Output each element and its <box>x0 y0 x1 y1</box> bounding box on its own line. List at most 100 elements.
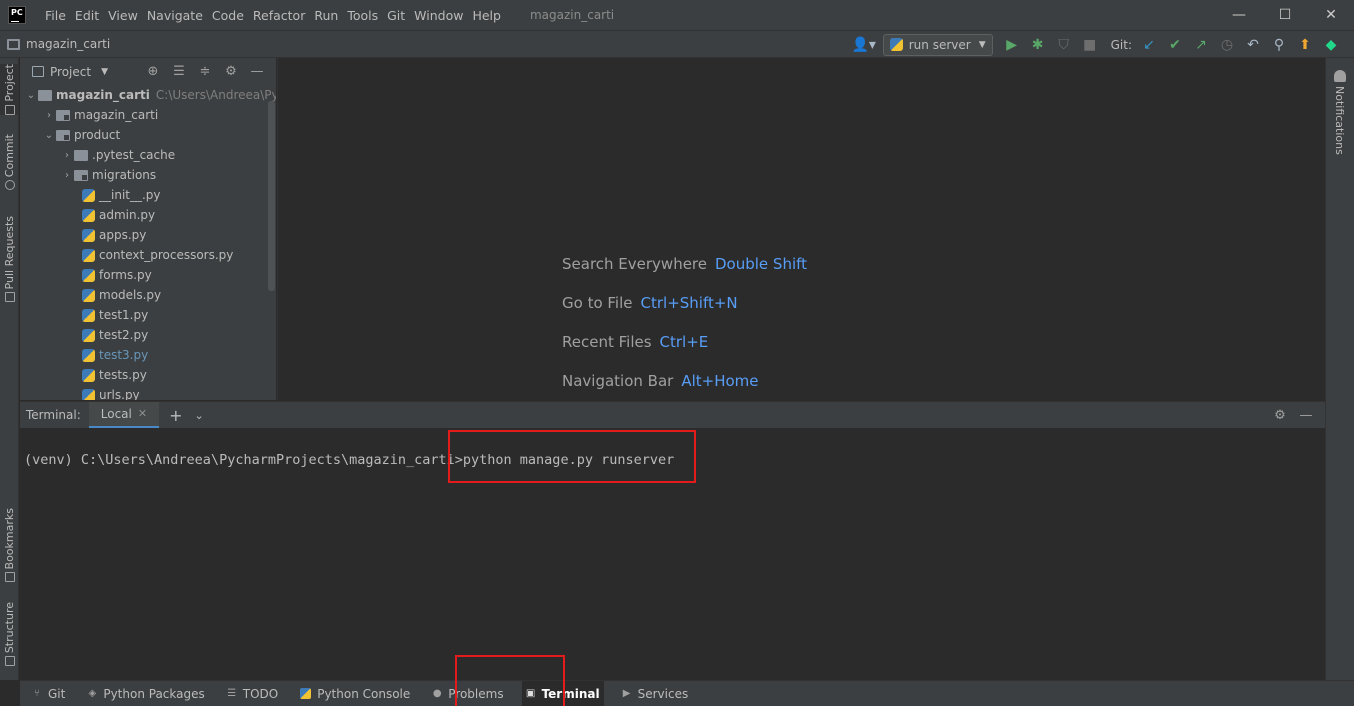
tool-tab-commit[interactable]: Commit <box>0 134 19 191</box>
hide-icon[interactable]: — <box>244 61 270 83</box>
tool-tab-bookmarks[interactable]: Bookmarks <box>0 508 19 583</box>
tool-tab-notifications[interactable]: Notifications <box>1333 86 1346 155</box>
tree-row-file[interactable]: __init__.py <box>82 185 161 205</box>
tree-row-root[interactable]: ⌄ magazin_carti C:\Users\Andreea\Pychar <box>24 85 276 105</box>
menu-file[interactable]: File <box>41 8 70 23</box>
locate-file-icon[interactable]: ⊕ <box>140 61 166 83</box>
menu-code[interactable]: Code <box>208 8 248 23</box>
bottom-tab-services[interactable]: ▶ Services <box>618 681 693 706</box>
tool-tab-pull-requests[interactable]: Pull Requests <box>0 216 19 303</box>
breadcrumb-project[interactable]: magazin_carti <box>26 37 110 51</box>
pycharm-logo-icon[interactable]: PC <box>8 6 26 24</box>
bottom-tab-python-packages[interactable]: ◈ Python Packages <box>83 681 208 706</box>
rollback-icon[interactable]: ↶ <box>1240 34 1266 56</box>
jetbrains-toolbox-icon[interactable]: ◆ <box>1318 34 1344 56</box>
run-with-coverage-icon[interactable]: ⛉ <box>1051 34 1077 56</box>
expand-all-icon[interactable]: ☰ <box>166 61 192 83</box>
tree-row-file[interactable]: urls.py <box>82 385 140 400</box>
python-file-icon <box>82 328 95 342</box>
new-terminal-tab-icon[interactable]: + <box>169 406 182 425</box>
minimize-button[interactable]: — <box>1216 0 1262 30</box>
chevron-down-icon[interactable]: ▼ <box>101 67 108 77</box>
python-file-icon <box>82 348 95 362</box>
project-panel-title[interactable]: Project <box>50 65 91 79</box>
tree-row-folder[interactable]: ⌄ product <box>42 125 120 145</box>
menu-navigate[interactable]: Navigate <box>143 8 207 23</box>
command-highlight-box <box>448 430 696 483</box>
search-icon[interactable]: ⚲ <box>1266 34 1292 56</box>
editor-area[interactable]: Search Everywhere Double Shift Go to File… <box>277 58 1325 400</box>
menu-run[interactable]: Run <box>310 8 342 23</box>
tool-tab-structure[interactable]: Structure <box>0 602 19 667</box>
terminal-content[interactable]: (venv) C:\Users\Andreea\PycharmProjects\… <box>20 428 1325 680</box>
user-icon[interactable]: 👤▾ <box>851 34 877 56</box>
tree-row-file[interactable]: apps.py <box>82 225 146 245</box>
tree-row-file[interactable]: context_processors.py <box>82 245 233 265</box>
bottom-tab-todo[interactable]: ☰ TODO <box>223 681 282 706</box>
chevron-down-icon[interactable]: ⌄ <box>42 130 56 141</box>
menu-tools[interactable]: Tools <box>343 8 382 23</box>
menu-help[interactable]: Help <box>468 8 505 23</box>
tree-row-file[interactable]: test2.py <box>82 325 148 345</box>
chevron-right-icon[interactable]: › <box>60 150 74 161</box>
menu-view[interactable]: View <box>104 8 142 23</box>
folder-icon <box>38 89 52 101</box>
chevron-right-icon[interactable]: › <box>60 170 74 181</box>
close-button[interactable]: ✕ <box>1308 0 1354 30</box>
update-available-icon[interactable]: ⬆ <box>1292 34 1318 56</box>
package-folder-icon <box>74 169 88 181</box>
bookmark-icon <box>4 572 15 583</box>
run-configuration-select[interactable]: run server ▼ <box>882 33 993 56</box>
bottom-tool-bar: ⑂ Git ◈ Python Packages ☰ TODO Python Conso… <box>20 680 1354 706</box>
chevron-down-icon: ▼ <box>978 39 986 50</box>
git-commit-icon[interactable]: ✔ <box>1162 34 1188 56</box>
stop-icon[interactable]: ■ <box>1077 34 1103 56</box>
breadcrumb[interactable]: magazin_carti <box>7 37 110 51</box>
tree-row-file[interactable]: test1.py <box>82 305 148 325</box>
tree-row-folder[interactable]: › .pytest_cache <box>60 145 175 165</box>
collapse-all-icon[interactable]: ≑ <box>192 61 218 83</box>
menu-git[interactable]: Git <box>383 8 409 23</box>
tree-row-folder[interactable]: › magazin_carti <box>42 105 158 125</box>
git-update-icon[interactable]: ↙ <box>1136 34 1162 56</box>
tree-row-file[interactable]: admin.py <box>82 205 155 225</box>
tree-row-file[interactable]: test3.py <box>82 345 148 365</box>
menu-refactor[interactable]: Refactor <box>249 8 309 23</box>
tree-row-file[interactable]: models.py <box>82 285 161 305</box>
notifications-bell-icon[interactable] <box>1334 70 1346 82</box>
right-tool-strip: Notifications <box>1325 58 1354 680</box>
debug-icon[interactable]: ✱ <box>1025 34 1051 56</box>
tree-row-file[interactable]: tests.py <box>82 365 147 385</box>
project-folder-icon <box>7 38 20 50</box>
gear-icon[interactable]: ⚙ <box>1267 405 1293 427</box>
terminal-tab-local[interactable]: Local ✕ <box>88 401 160 429</box>
chevron-down-icon[interactable]: ⌄ <box>24 90 38 101</box>
git-label: Git: <box>1110 37 1132 52</box>
vertical-scrollbar[interactable] <box>268 101 275 291</box>
close-tab-icon[interactable]: ✕ <box>138 407 147 420</box>
gear-icon[interactable]: ⚙ <box>218 61 244 83</box>
menu-edit[interactable]: Edit <box>71 8 103 23</box>
tree-row-file[interactable]: forms.py <box>82 265 152 285</box>
todo-list-icon: ☰ <box>227 688 237 699</box>
menu-window[interactable]: Window <box>410 8 467 23</box>
tree-row-folder[interactable]: › migrations <box>60 165 156 185</box>
hint-navigation-bar: Navigation Bar Alt+Home <box>562 372 759 390</box>
chevron-down-icon[interactable]: ⌄ <box>195 409 204 422</box>
git-push-icon[interactable]: ↗ <box>1188 34 1214 56</box>
navigation-bar: magazin_carti 👤▾ run server ▼ ▶ ✱ ⛉ ■ Gi… <box>0 30 1354 58</box>
chevron-right-icon[interactable]: › <box>42 110 56 121</box>
hide-icon[interactable]: — <box>1293 405 1319 427</box>
run-icon[interactable]: ▶ <box>999 34 1025 56</box>
commit-icon <box>4 180 15 191</box>
bottom-tab-python-console[interactable]: Python Console <box>296 681 414 706</box>
maximize-button[interactable]: ☐ <box>1262 0 1308 30</box>
history-icon[interactable]: ◷ <box>1214 34 1240 56</box>
left-tool-strip: Project Commit Pull Requests Bookmarks S… <box>0 58 19 680</box>
package-folder-icon <box>56 109 70 121</box>
python-file-icon <box>82 248 95 262</box>
python-icon <box>889 38 903 51</box>
bottom-tab-git[interactable]: ⑂ Git <box>28 681 69 706</box>
tool-tab-project[interactable]: Project <box>0 64 19 115</box>
terminal-actions: ⚙ — <box>1267 402 1319 429</box>
